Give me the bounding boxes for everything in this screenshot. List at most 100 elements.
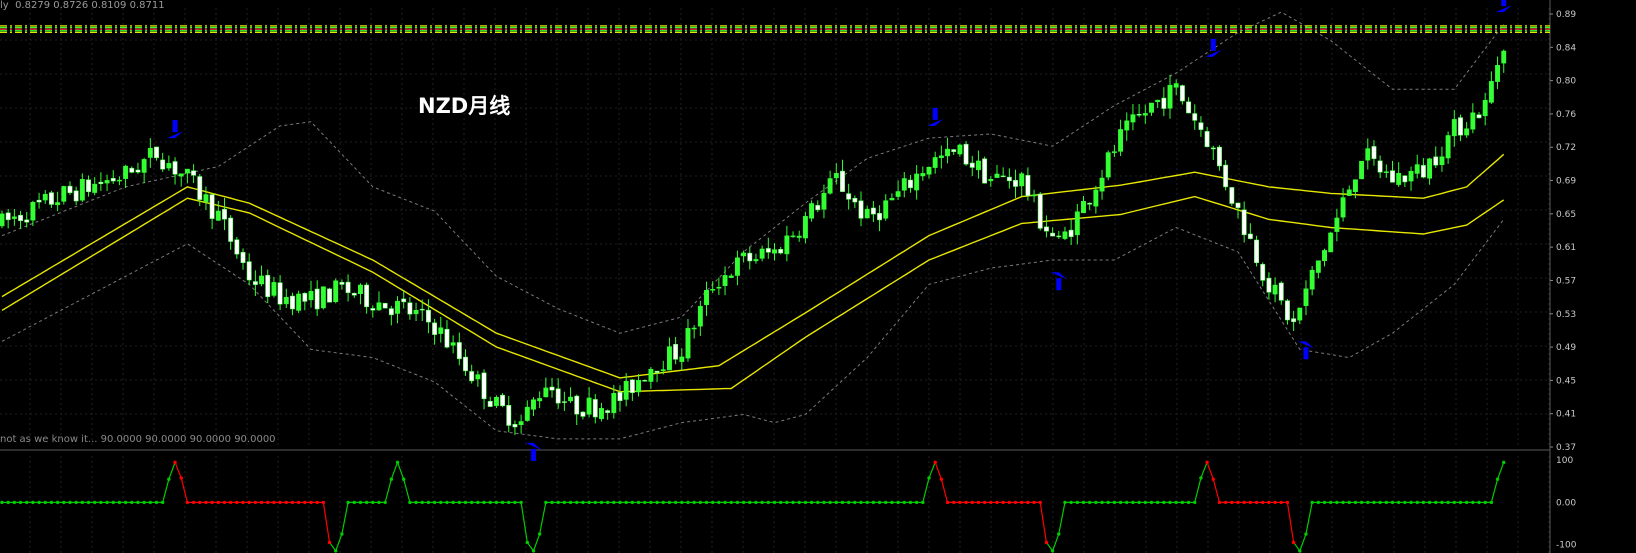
candle xyxy=(432,318,438,345)
candle-body xyxy=(456,342,462,360)
oscillator-point xyxy=(62,500,66,505)
candle xyxy=(840,159,845,193)
oscillator-point xyxy=(587,500,591,505)
candle xyxy=(1050,227,1056,237)
candle-body xyxy=(1297,307,1303,321)
oscillator-point xyxy=(185,500,190,505)
axis-tick-label: 0.57 xyxy=(1556,276,1576,286)
candle xyxy=(1124,112,1130,141)
candle-body xyxy=(1186,101,1192,114)
oscillator-point xyxy=(420,500,424,505)
candle-body xyxy=(988,179,994,182)
candle xyxy=(395,296,400,324)
candle xyxy=(592,394,598,424)
oscillator-point xyxy=(741,500,746,505)
oscillator-point xyxy=(816,500,820,505)
candle-body xyxy=(271,282,277,296)
candle-body xyxy=(1445,135,1451,159)
axis-tick-label: 0.61 xyxy=(1556,243,1576,253)
oscillator-line xyxy=(384,479,392,503)
oscillator-point xyxy=(290,500,295,505)
oscillator-point xyxy=(1427,500,1432,505)
oscillator-point xyxy=(661,500,665,505)
candle-body xyxy=(1081,201,1086,214)
oscillator-point xyxy=(766,500,771,505)
candle-body xyxy=(537,398,543,402)
candle-body xyxy=(951,149,957,152)
oscillator-point xyxy=(822,500,826,505)
oscillator-point xyxy=(167,477,171,481)
candle xyxy=(0,210,5,229)
candle xyxy=(265,269,271,304)
band-lower xyxy=(1,219,1505,440)
candle-body xyxy=(184,168,190,174)
oscillator-point xyxy=(667,500,672,505)
oscillator-point xyxy=(1248,500,1253,505)
candle xyxy=(444,320,450,349)
oscillator-point xyxy=(1063,500,1067,505)
candle xyxy=(61,185,67,205)
candle xyxy=(228,215,234,250)
oscillator-point xyxy=(927,476,931,480)
oscillator-point xyxy=(933,460,937,465)
candle xyxy=(1445,131,1451,164)
candle xyxy=(1402,175,1408,188)
oscillator-line xyxy=(162,479,170,503)
candle xyxy=(809,200,815,222)
oscillator-point xyxy=(1180,500,1185,505)
candle-body xyxy=(116,179,122,182)
oscillator-point xyxy=(439,500,443,505)
bollinger-bands xyxy=(1,11,1505,440)
candle-body xyxy=(259,275,265,285)
oscillator-point xyxy=(1464,500,1469,505)
oscillator-point xyxy=(463,500,468,505)
candle-body xyxy=(1161,97,1167,109)
oscillator-point xyxy=(31,500,35,505)
oscillator-point xyxy=(1359,500,1364,505)
oscillator-point xyxy=(1242,500,1246,505)
candle-body xyxy=(963,143,969,165)
candle-body xyxy=(1229,187,1235,204)
candle xyxy=(537,391,543,409)
candle xyxy=(1136,104,1142,118)
candle-body xyxy=(994,173,1000,178)
arrow-shaft xyxy=(1210,38,1216,51)
candle xyxy=(438,316,444,343)
candle-body xyxy=(1303,288,1309,306)
oscillator-point xyxy=(228,500,233,505)
oscillator-point xyxy=(1094,500,1098,505)
oscillator-point xyxy=(1378,500,1382,505)
oscillator-line xyxy=(335,533,343,552)
candle xyxy=(1464,122,1470,138)
oscillator-point xyxy=(692,500,696,505)
candle-body xyxy=(611,392,617,414)
candle xyxy=(1414,154,1420,179)
candle xyxy=(493,395,499,409)
oscillator-point xyxy=(1273,500,1277,505)
ema-slow-line xyxy=(1,195,1505,393)
candle-body xyxy=(1037,193,1043,229)
oscillator-point xyxy=(723,500,727,505)
candle-body xyxy=(759,248,765,259)
candle-body xyxy=(512,424,518,428)
arrow-head xyxy=(525,442,542,450)
candle-body xyxy=(172,161,178,175)
candle xyxy=(864,205,870,219)
candle xyxy=(314,280,320,316)
oscillator-point xyxy=(778,500,783,505)
candle-body xyxy=(1371,146,1377,159)
candle xyxy=(1068,219,1074,245)
candle-body xyxy=(920,173,926,177)
axis-tick-label: 0.76 xyxy=(1556,110,1576,120)
candle-body xyxy=(1346,189,1352,196)
candle xyxy=(870,200,876,223)
candle xyxy=(666,337,672,371)
candle xyxy=(327,287,332,303)
candle-body xyxy=(18,214,23,222)
oscillator-line xyxy=(1490,479,1499,503)
candle xyxy=(1439,146,1445,172)
oscillator-point xyxy=(618,500,622,505)
candle xyxy=(722,266,728,296)
oscillator-line xyxy=(396,462,405,480)
candle-body xyxy=(92,183,98,193)
